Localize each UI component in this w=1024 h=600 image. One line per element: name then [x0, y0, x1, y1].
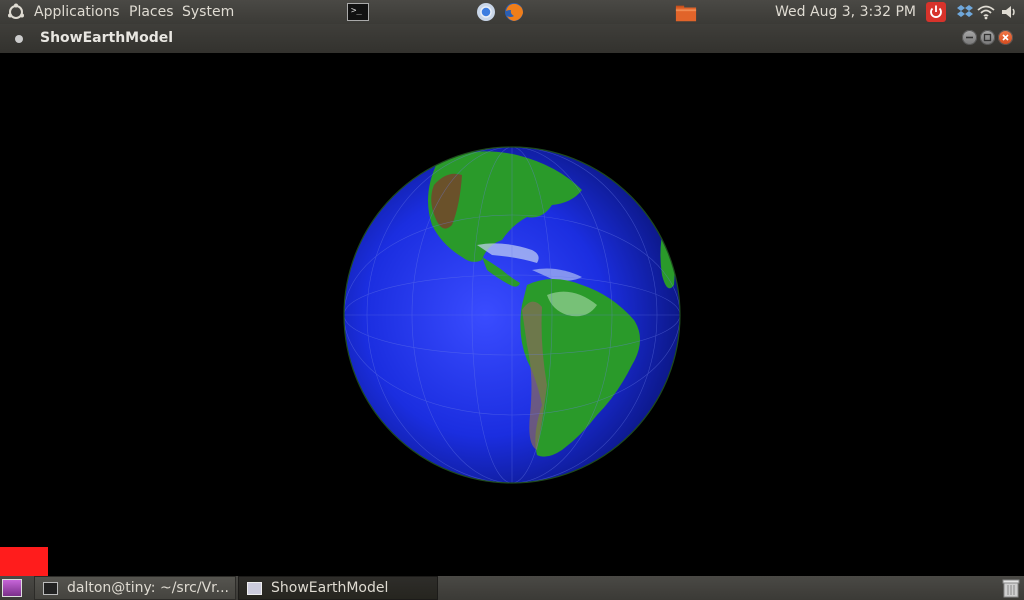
power-icon[interactable]	[926, 2, 946, 22]
chrome-icon[interactable]	[475, 2, 497, 22]
earth-globe[interactable]	[342, 145, 682, 485]
taskbar-item-terminal[interactable]: dalton@tiny: ~/src/Vr...	[34, 576, 236, 600]
menu-places[interactable]: Places	[129, 3, 174, 21]
menu-system[interactable]: System	[182, 3, 234, 21]
terminal-icon[interactable]: >_	[347, 3, 369, 21]
opengl-canvas[interactable]	[0, 53, 1024, 576]
taskbar-item-label: ShowEarthModel	[271, 580, 389, 596]
top-panel: Applications Places System >_ Wed Aug 3,…	[0, 0, 1024, 24]
show-desktop-icon[interactable]	[2, 579, 22, 597]
clock[interactable]: Wed Aug 3, 3:32 PM	[775, 3, 916, 21]
trash-icon[interactable]	[1002, 578, 1020, 598]
menu-applications[interactable]: Applications	[34, 3, 120, 21]
maximize-button[interactable]	[980, 30, 995, 45]
speaker-icon[interactable]	[1000, 4, 1018, 20]
window-titlebar[interactable]: ShowEarthModel	[0, 24, 1024, 53]
wifi-icon[interactable]	[977, 4, 995, 20]
window-menu-icon[interactable]	[15, 35, 23, 43]
dropbox-icon[interactable]	[957, 4, 973, 20]
bottom-panel: dalton@tiny: ~/src/Vr... ShowEarthModel	[0, 576, 1024, 600]
terminal-icon	[43, 582, 58, 595]
taskbar-item-showearthmodel[interactable]: ShowEarthModel	[238, 576, 438, 600]
taskbar-item-label: dalton@tiny: ~/src/Vr...	[67, 580, 229, 596]
window-title: ShowEarthModel	[40, 30, 174, 46]
close-button[interactable]	[998, 30, 1013, 45]
firefox-icon[interactable]	[503, 2, 525, 22]
window-icon	[247, 582, 262, 595]
red-marker	[0, 547, 48, 576]
folder-icon[interactable]	[675, 3, 697, 23]
ubuntu-logo-icon[interactable]	[7, 3, 25, 21]
minimize-button[interactable]	[962, 30, 977, 45]
